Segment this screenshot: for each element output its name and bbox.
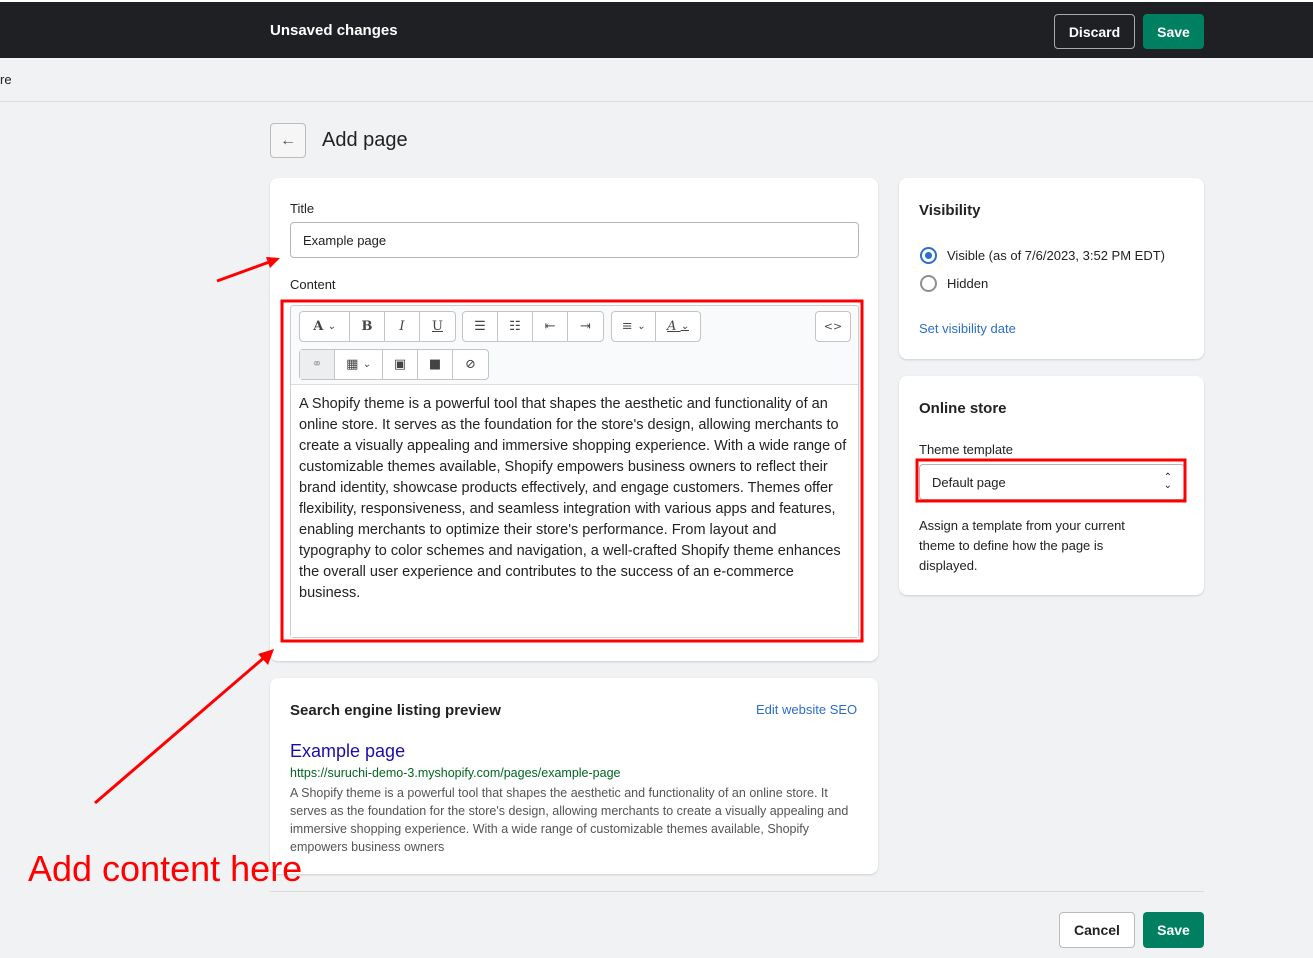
seo-preview-card: Search engine listing preview Edit websi… xyxy=(270,678,878,874)
select-chevron-icon: ⌃ ⌄ xyxy=(1163,472,1172,491)
seo-url: https://suruchi-demo-3.myshopify.com/pag… xyxy=(290,766,621,780)
seo-heading: Search engine listing preview xyxy=(290,702,501,719)
edit-seo-link[interactable]: Edit website SEO xyxy=(756,702,857,717)
visible-label: Visible (as of 7/6/2023, 3:52 PM EDT) xyxy=(947,248,1165,263)
unsaved-changes-title: Unsaved changes xyxy=(270,22,398,39)
content-textarea[interactable]: A Shopify theme is a powerful tool that … xyxy=(291,384,858,637)
visible-radio[interactable] xyxy=(920,247,937,264)
indent-button[interactable]: ⇥ xyxy=(568,312,603,341)
set-visibility-date-link[interactable]: Set visibility date xyxy=(919,321,1016,336)
discard-button[interactable]: Discard xyxy=(1054,14,1135,49)
hidden-radio[interactable] xyxy=(920,275,937,292)
template-value: Default page xyxy=(932,474,1006,490)
title-label: Title xyxy=(290,201,315,216)
show-html-button[interactable]: <> xyxy=(816,312,850,341)
save-button[interactable]: Save xyxy=(1143,14,1204,49)
template-help-text: Assign a template from your current them… xyxy=(919,518,1125,573)
font-style-dropdown[interactable]: A ⌄ xyxy=(300,312,350,341)
hidden-label: Hidden xyxy=(947,276,989,291)
visibility-heading: Visibility xyxy=(919,202,981,219)
image-button[interactable]: ▣ xyxy=(383,350,418,379)
top-bar: Unsaved changes Discard Save xyxy=(0,0,1313,58)
seo-description: A Shopify theme is a powerful tool that … xyxy=(290,786,849,854)
online-store-heading: Online store xyxy=(919,400,1007,417)
text-color-dropdown[interactable]: A ⌄ xyxy=(656,312,700,341)
list-group: ☰ ☷ ⇤ ⇥ xyxy=(462,311,604,342)
outdent-button[interactable]: ⇤ xyxy=(533,312,568,341)
content-arrow xyxy=(94,654,267,805)
html-toggle-group: <> xyxy=(815,311,851,342)
footer-divider xyxy=(270,891,1204,892)
bullet-list-button[interactable]: ☰ xyxy=(463,312,498,341)
breadcrumb[interactable]: re xyxy=(0,58,1313,102)
title-input[interactable]: Example page xyxy=(290,222,859,258)
seo-title: Example page xyxy=(290,741,406,761)
rich-text-editor: A ⌄ B I U ☰ ☷ ⇤ ⇥ ≡ ⌄ A ⌄ <> ⚭ ▦ ⌄ ▣ ■ ⊘… xyxy=(290,305,859,638)
italic-button[interactable]: I xyxy=(385,312,420,341)
insert-group: ⚭ ▦ ⌄ ▣ ■ ⊘ xyxy=(299,349,489,380)
arrow-left-icon: ← xyxy=(280,131,296,149)
link-button[interactable]: ⚭ xyxy=(300,350,335,379)
cancel-button[interactable]: Cancel xyxy=(1059,912,1135,948)
format-group: A ⌄ B I U xyxy=(299,311,456,342)
underline-button[interactable]: U xyxy=(420,312,455,341)
align-dropdown[interactable]: ≡ ⌄ xyxy=(612,312,656,341)
clear-formatting-button[interactable]: ⊘ xyxy=(453,350,488,379)
content-label: Content xyxy=(290,277,336,292)
page-details-card: Title Example page Content A ⌄ B I U ☰ ☷… xyxy=(270,178,878,661)
annotation-text: Add content here xyxy=(28,848,303,889)
bold-button[interactable]: B xyxy=(350,312,385,341)
numbered-list-button[interactable]: ☷ xyxy=(498,312,533,341)
theme-template-label: Theme template xyxy=(919,442,1013,457)
footer-save-button[interactable]: Save xyxy=(1143,912,1204,948)
table-dropdown[interactable]: ▦ ⌄ xyxy=(335,350,383,379)
page-title: Add page xyxy=(322,129,408,151)
theme-template-select[interactable]: Default page ⌃ ⌄ xyxy=(919,464,1185,500)
online-store-card: Online store Theme template Default page… xyxy=(899,376,1204,595)
video-button[interactable]: ■ xyxy=(418,350,453,379)
align-group: ≡ ⌄ A ⌄ xyxy=(611,311,701,342)
visibility-card: Visibility Visible (as of 7/6/2023, 3:52… xyxy=(899,178,1204,359)
back-button[interactable]: ← xyxy=(270,123,306,158)
title-arrow xyxy=(216,259,273,283)
